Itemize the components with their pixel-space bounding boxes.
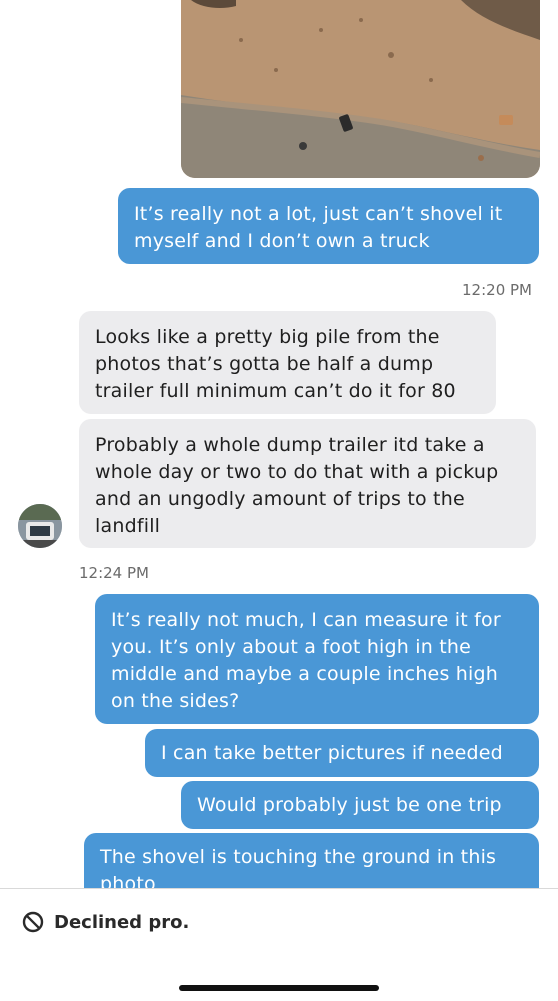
dirt-pile-photo[interactable] <box>181 0 540 178</box>
message-outgoing[interactable]: It’s really not a lot, just can’t shovel… <box>118 188 539 264</box>
message-outgoing[interactable]: The shovel is touching the ground in thi… <box>84 833 539 888</box>
message-text: Would probably just be one trip <box>197 794 502 816</box>
message-text: It’s really not a lot, just can’t shovel… <box>134 203 503 252</box>
message-text: The shovel is touching the ground in thi… <box>100 846 497 888</box>
conversation-footer: Declined pro. <box>0 888 558 1001</box>
timestamp: 12:20 PM <box>462 281 532 299</box>
home-indicator <box>179 985 379 991</box>
message-outgoing[interactable]: Would probably just be one trip <box>181 781 539 829</box>
avatar[interactable] <box>18 504 62 548</box>
chat-thread[interactable]: It’s really not a lot, just can’t shovel… <box>0 0 558 888</box>
prohibited-icon <box>22 911 44 933</box>
message-incoming[interactable]: Probably a whole dump trailer itd take a… <box>79 419 536 548</box>
message-text: It’s really not much, I can measure it f… <box>111 609 501 712</box>
message-incoming[interactable]: Looks like a pretty big pile from the ph… <box>79 311 496 414</box>
message-outgoing[interactable]: It’s really not much, I can measure it f… <box>95 594 539 724</box>
declined-status: Declined pro. <box>22 911 189 933</box>
dirt-pile-image <box>181 0 540 178</box>
message-text: Looks like a pretty big pile from the ph… <box>95 326 456 402</box>
timestamp: 12:24 PM <box>79 564 149 582</box>
declined-label: Declined pro. <box>54 911 190 933</box>
message-text: Probably a whole dump trailer itd take a… <box>95 434 499 537</box>
message-text: I can take better pictures if needed <box>161 742 503 764</box>
message-outgoing[interactable]: I can take better pictures if needed <box>145 729 539 777</box>
avatar-image <box>18 504 62 548</box>
